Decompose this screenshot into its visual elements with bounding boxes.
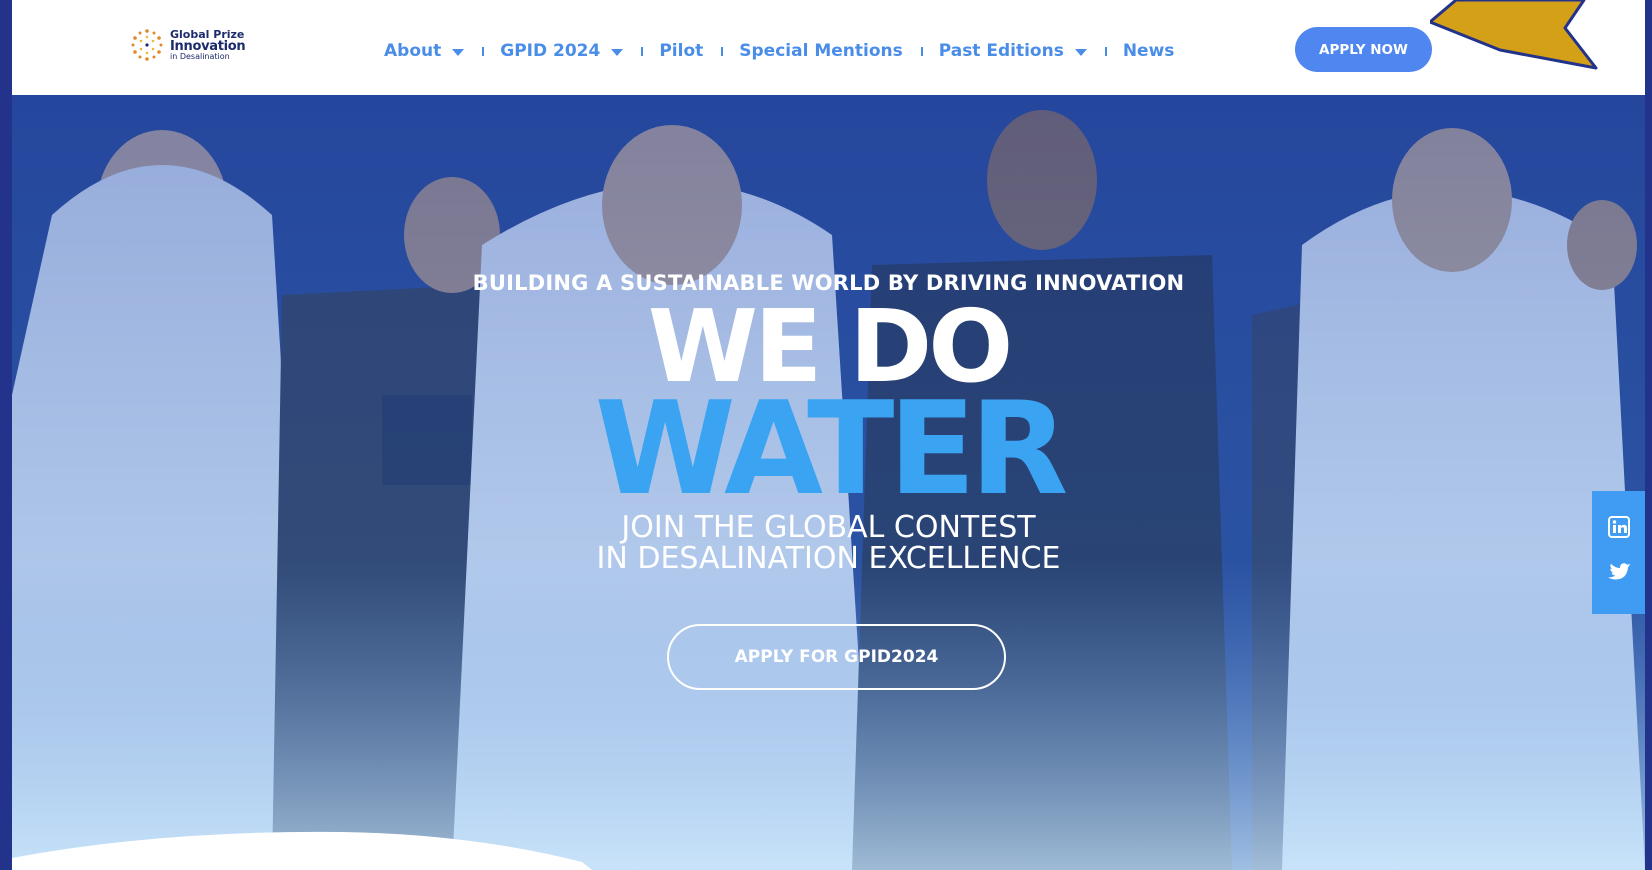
hero-headline-water: WATER (594, 375, 1069, 524)
bottom-wave-divider (12, 831, 592, 870)
social-share-bar (1592, 491, 1645, 614)
apply-for-gpid2024-button[interactable]: APPLY FOR GPID2024 (667, 624, 1006, 690)
linkedin-icon (1607, 516, 1630, 538)
caret-down-icon (452, 48, 465, 56)
nav-separator (721, 46, 724, 56)
site-logo[interactable]: Global Prize Innovation in Desalination (130, 28, 246, 62)
hero-section: BUILDING A SUSTAINABLE WORLD BY DRIVING … (12, 95, 1645, 870)
nav-item-label: About (384, 41, 442, 61)
hero-subtitle-line-2: IN DESALINATION EXCELLENCE (596, 541, 1061, 576)
site-header: Global Prize Innovation in Desalination … (12, 0, 1645, 95)
caret-down-icon (1074, 48, 1087, 56)
nav-item-past-editions[interactable]: Past Editions (939, 41, 1087, 61)
nav-separator (641, 46, 644, 56)
linkedin-share-button[interactable] (1592, 507, 1645, 547)
apply-now-button[interactable]: APPLY NOW (1295, 27, 1432, 72)
nav-separator (1104, 46, 1107, 56)
nav-item-label: Pilot (659, 41, 704, 61)
nav-item-label: Past Editions (938, 41, 1064, 61)
nav-item-label: GPID 2024 (500, 41, 601, 61)
logo-dots-icon (131, 29, 163, 61)
nav-separator (482, 46, 485, 56)
twitter-share-button[interactable] (1592, 553, 1645, 593)
caret-down-icon (611, 48, 624, 56)
twitter-icon (1607, 563, 1631, 580)
main-nav: About GPID 2024 Pilot Special Mentions P… (384, 38, 1174, 64)
nav-item-pilot[interactable]: Pilot (659, 41, 703, 61)
nav-item-gpid-2024[interactable]: GPID 2024 (500, 41, 624, 61)
nav-item-label: Special Mentions (739, 41, 903, 61)
nav-item-special-mentions[interactable]: Special Mentions (739, 41, 902, 61)
nav-separator (920, 46, 923, 56)
nav-item-news[interactable]: News (1123, 41, 1175, 61)
nav-item-label: News (1122, 41, 1175, 61)
browser-page: Global Prize Innovation in Desalination … (12, 0, 1645, 870)
logo-line-3: in Desalination (170, 52, 230, 61)
hero-subtitle-line-1: JOIN THE GLOBAL CONTEST (621, 510, 1036, 545)
nav-item-about[interactable]: About (384, 41, 465, 61)
annotation-arrow-icon (1430, 0, 1598, 70)
